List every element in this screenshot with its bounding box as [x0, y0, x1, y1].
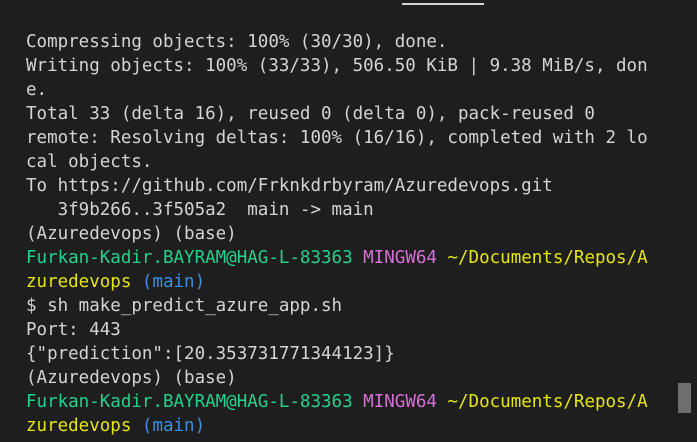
active-tab-indicator [402, 3, 484, 5]
terminal-line: Furkan-Kadir.BAYRAM@HAG-L-83363 MINGW64 … [26, 390, 686, 414]
terminal-text-segment: e. [26, 80, 48, 100]
terminal-line: zuredevops (main) [26, 414, 686, 438]
terminal-text-segment: MINGW64 [363, 248, 437, 268]
terminal-line: zuredevops (main) [26, 270, 686, 294]
terminal-text-segment: Furkan-Kadir.BAYRAM@HAG-L-83363 [26, 248, 353, 268]
terminal-text-segment: 3f9b266..3f505a2 main -> main [26, 200, 374, 220]
terminal-text-segment: (main) [141, 416, 206, 436]
terminal-line: $ sh make_predict_azure_app.sh [26, 294, 686, 318]
terminal-text-segment: Furkan-Kadir.BAYRAM@HAG-L-83363 [26, 392, 353, 412]
terminal-text-segment: Total 33 (delta 16), reused 0 (delta 0),… [26, 104, 595, 124]
terminal-text-segment: (Azuredevops) (base) [26, 368, 237, 388]
terminal-line: Writing objects: 100% (33/33), 506.50 Ki… [26, 54, 686, 78]
terminal-line: Port: 443 [26, 318, 686, 342]
terminal-line: Furkan-Kadir.BAYRAM@HAG-L-83363 MINGW64 … [26, 246, 686, 270]
terminal-line: To https://github.com/Frknkdrbyram/Azure… [26, 174, 686, 198]
terminal-text-segment: ~/Documents/Repos/A [447, 392, 648, 412]
terminal-text-segment: Compressing objects: 100% (30/30), done. [26, 32, 448, 52]
terminal-text-segment: ~/Documents/Repos/A [447, 248, 648, 268]
terminal-line: 3f9b266..3f505a2 main -> main [26, 198, 686, 222]
terminal-text-segment: $ sh make_predict_azure_app.sh [26, 296, 343, 316]
terminal-line: Compressing objects: 100% (30/30), done. [26, 30, 686, 54]
terminal-line: {"prediction":[20.353731771344123]} [26, 342, 686, 366]
terminal-text-segment: (Azuredevops) (base) [26, 224, 237, 244]
terminal-line: (Azuredevops) (base) [26, 222, 686, 246]
terminal-text-segment: {"prediction":[20.353731771344123]} [26, 344, 395, 364]
terminal-text-segment: remote: Resolving deltas: 100% (16/16), … [26, 128, 648, 148]
terminal-line: cal objects. [26, 150, 686, 174]
terminal-text-segment: cal objects. [26, 152, 153, 172]
terminal-scrollbar[interactable] [678, 383, 691, 413]
terminal-text-segment: Writing objects: 100% (33/33), 506.50 Ki… [26, 56, 648, 76]
terminal-line: (Azuredevops) (base) [26, 366, 686, 390]
terminal-text-segment: MINGW64 [363, 392, 437, 412]
terminal-panel[interactable]: Compressing objects: 100% (30/30), done.… [0, 0, 697, 442]
terminal-line: e. [26, 78, 686, 102]
terminal-line: Total 33 (delta 16), reused 0 (delta 0),… [26, 102, 686, 126]
terminal-text-segment: (main) [141, 272, 206, 292]
terminal-line: remote: Resolving deltas: 100% (16/16), … [26, 126, 686, 150]
terminal-text-segment: Port: 443 [26, 320, 121, 340]
terminal-text-segment: zuredevops [26, 416, 132, 436]
terminal-output[interactable]: Compressing objects: 100% (30/30), done.… [26, 30, 686, 438]
terminal-text-segment: zuredevops [26, 272, 132, 292]
terminal-text-segment: To https://github.com/Frknkdrbyram/Azure… [26, 176, 553, 196]
